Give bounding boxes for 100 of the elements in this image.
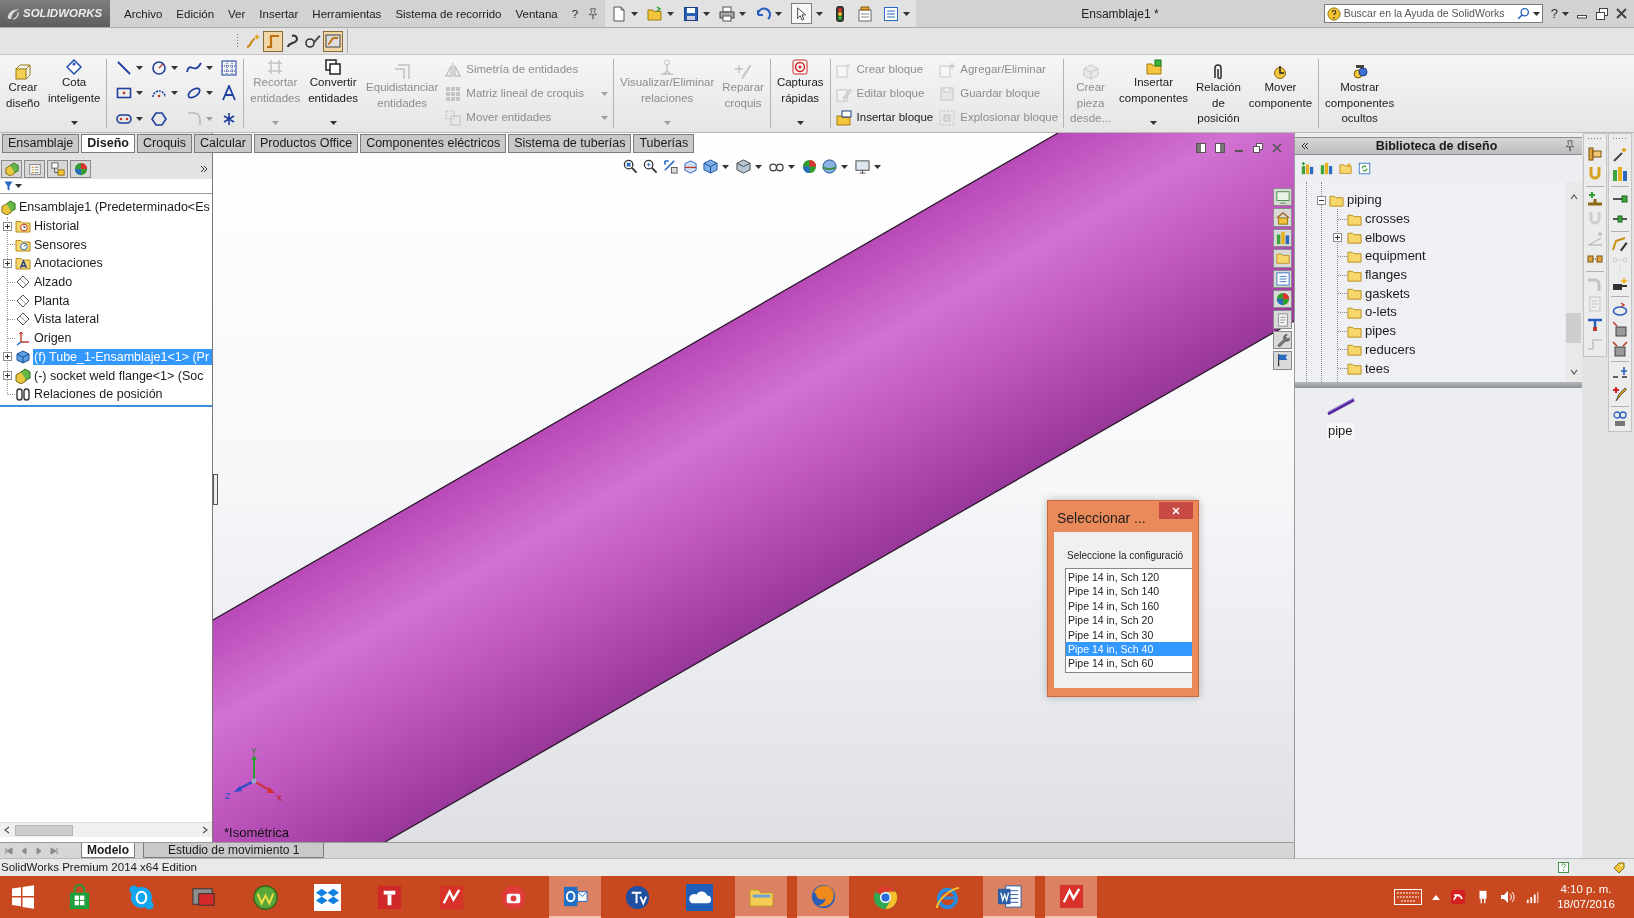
flange-icon[interactable] bbox=[1587, 146, 1603, 162]
books-icon[interactable] bbox=[1320, 162, 1333, 175]
box-arrows-icon[interactable] bbox=[1612, 341, 1628, 357]
scroll-up-icon[interactable] bbox=[1569, 193, 1578, 201]
menu-item[interactable]: Edición bbox=[169, 3, 222, 24]
monitor-icon[interactable] bbox=[855, 159, 870, 174]
pin-icon[interactable] bbox=[587, 7, 600, 20]
tab[interactable]: Sistema de tuberías bbox=[508, 134, 632, 153]
clamp-icon[interactable] bbox=[1612, 411, 1628, 427]
command-button[interactable]: Crear diseño bbox=[2, 55, 44, 132]
signal-bars-icon[interactable] bbox=[1526, 890, 1540, 904]
collapse-box-icon[interactable] bbox=[1317, 195, 1326, 205]
plus-pencil-icon[interactable] bbox=[1612, 386, 1628, 402]
tree-item[interactable]: gaskets bbox=[1365, 285, 1410, 302]
double-chevron-icon[interactable] bbox=[200, 164, 208, 173]
taskbar-app[interactable] bbox=[797, 876, 849, 918]
taskbar-app[interactable] bbox=[1045, 876, 1097, 918]
tree-item[interactable]: Vista lateral bbox=[33, 311, 101, 328]
tree-item[interactable]: Historial bbox=[33, 218, 81, 235]
command-button[interactable]: Insertar bloque bbox=[835, 106, 934, 130]
clipboard-icon[interactable] bbox=[857, 5, 874, 22]
tree-item[interactable]: Anotaciones bbox=[33, 255, 104, 272]
close-button[interactable] bbox=[1159, 502, 1193, 519]
caret-icon[interactable] bbox=[329, 121, 337, 125]
task-pane-tab[interactable] bbox=[1273, 188, 1292, 207]
command-button[interactable]: Capturas rápidas bbox=[772, 55, 828, 132]
configuration-list[interactable]: Pipe 14 in, Sch 120 Pipe 14 in, Sch 140 Pipe 14 in, Sch 160 Pipe 14 in, Sch 20 Pipe 14 in, Sch 30 Pipe 14 in, Sch 40 Pipe 14 in, Sch 60 bbox=[1065, 568, 1192, 673]
previous-view-icon[interactable] bbox=[663, 159, 678, 174]
wand-icon[interactable] bbox=[1612, 146, 1628, 162]
caret-icon[interactable] bbox=[874, 164, 881, 169]
vertical-scrollbar[interactable] bbox=[1565, 182, 1582, 382]
library-item-label[interactable]: pipe bbox=[1327, 423, 1354, 439]
command-button[interactable]: Cota inteligente bbox=[43, 55, 105, 132]
box-arrow-icon[interactable] bbox=[1612, 321, 1628, 337]
toolbar-grip-icon[interactable] bbox=[1587, 137, 1603, 140]
expand-box-icon[interactable] bbox=[3, 221, 12, 231]
list-option[interactable]: Pipe 14 in, Sch 20 bbox=[1066, 613, 1192, 628]
speaker-icon[interactable] bbox=[1500, 889, 1516, 905]
zoom-area-icon[interactable] bbox=[643, 159, 658, 174]
menu-item[interactable]: ? bbox=[564, 3, 586, 24]
scroll-left-icon[interactable] bbox=[3, 826, 11, 834]
caret-icon[interactable] bbox=[171, 91, 179, 96]
tree-item[interactable]: equipment bbox=[1365, 248, 1426, 265]
zoom-fit-icon[interactable] bbox=[623, 159, 638, 174]
menu-item[interactable]: Ver bbox=[221, 3, 253, 24]
refresh-icon[interactable] bbox=[1358, 162, 1371, 175]
toolbar-grip-icon[interactable] bbox=[1612, 137, 1628, 140]
caret-icon[interactable] bbox=[206, 91, 214, 96]
panel-tab[interactable] bbox=[47, 159, 68, 178]
caret-icon[interactable] bbox=[775, 11, 783, 16]
command-button[interactable]: Convertir entidades bbox=[304, 55, 363, 132]
rounded-tile-icon[interactable] bbox=[1450, 889, 1466, 905]
grid-tool-icon[interactable] bbox=[221, 60, 238, 76]
taskbar-app[interactable] bbox=[983, 876, 1035, 918]
tree-item[interactable]: Sensores bbox=[33, 236, 88, 253]
caret-icon[interactable] bbox=[796, 121, 804, 125]
taskbar-app[interactable] bbox=[549, 876, 601, 918]
search-field[interactable]: Buscar en la Ayuda de SolidWorks bbox=[1323, 4, 1543, 23]
caret-icon[interactable] bbox=[667, 11, 675, 16]
list-option[interactable]: Pipe 14 in, Sch 120 bbox=[1066, 570, 1192, 585]
scroll-right-icon[interactable] bbox=[201, 826, 209, 834]
tee-icon[interactable] bbox=[1587, 316, 1603, 332]
tree-item[interactable]: reducers bbox=[1365, 341, 1416, 358]
toolbar-grip-icon[interactable] bbox=[236, 33, 239, 49]
letter-a-icon[interactable] bbox=[221, 85, 238, 102]
task-pane-tab[interactable] bbox=[1273, 208, 1292, 227]
caret-icon[interactable] bbox=[1150, 121, 1158, 125]
scrollbar-thumb[interactable] bbox=[15, 824, 73, 836]
printer-icon[interactable] bbox=[719, 5, 736, 22]
expand-box-icon[interactable] bbox=[1333, 233, 1342, 243]
pencil-line-icon[interactable] bbox=[1612, 236, 1628, 252]
undo-arrow-icon[interactable] bbox=[755, 5, 772, 22]
menu-item[interactable]: Ventana bbox=[508, 3, 565, 24]
caret-icon[interactable] bbox=[136, 91, 144, 96]
clock-time[interactable]: 4:10 p. m. bbox=[1560, 882, 1612, 897]
restore-icon[interactable] bbox=[1253, 143, 1263, 153]
select-button[interactable] bbox=[791, 3, 813, 24]
caret-icon[interactable] bbox=[755, 164, 762, 169]
color-ball-icon[interactable] bbox=[802, 159, 817, 174]
caret-icon[interactable] bbox=[70, 121, 78, 125]
caret-icon[interactable] bbox=[703, 11, 711, 16]
caret-icon[interactable] bbox=[136, 66, 144, 70]
caret-icon[interactable] bbox=[816, 11, 824, 16]
caret-up-icon[interactable] bbox=[1432, 894, 1440, 900]
tile-left-icon[interactable] bbox=[1196, 143, 1206, 153]
ellipse-tool-icon[interactable] bbox=[186, 85, 203, 102]
keyboard-icon[interactable] bbox=[1394, 889, 1422, 905]
tree-item[interactable]: Alzado bbox=[33, 274, 74, 291]
tab[interactable]: Croquis bbox=[137, 134, 193, 153]
filter-field[interactable] bbox=[0, 179, 212, 194]
view-cube-icon[interactable] bbox=[703, 159, 718, 174]
menu-item[interactable]: Sistema de recorrido bbox=[388, 3, 509, 24]
scene-globe-icon[interactable] bbox=[822, 159, 837, 174]
expand-box-icon[interactable] bbox=[3, 352, 12, 362]
tab[interactable]: Ensamblaje bbox=[2, 134, 80, 153]
tree-item[interactable]: elbows bbox=[1365, 229, 1406, 246]
caret-icon[interactable] bbox=[631, 11, 639, 16]
panel-tab[interactable] bbox=[24, 159, 45, 178]
pin-icon[interactable] bbox=[1564, 140, 1576, 152]
tab[interactable]: Calcular bbox=[194, 134, 252, 153]
